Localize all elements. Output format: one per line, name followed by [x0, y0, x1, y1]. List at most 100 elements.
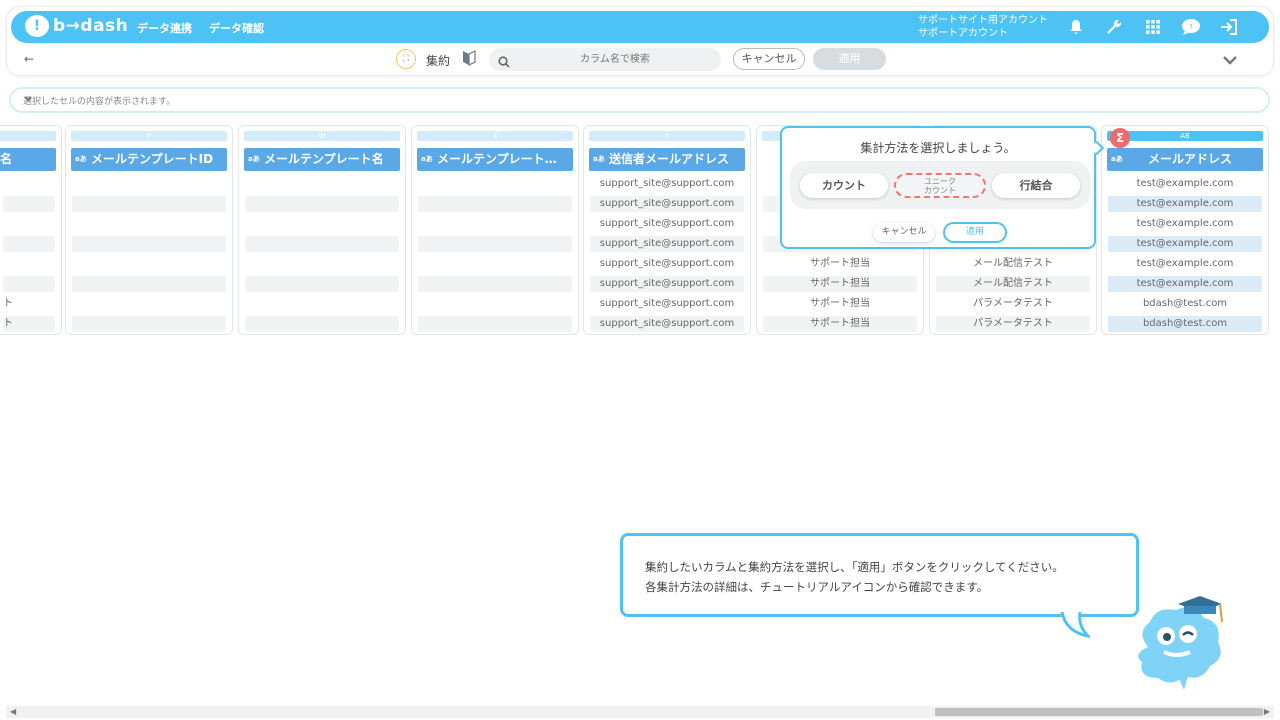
table-cell[interactable]: support_site@support.com [590, 256, 744, 272]
scroll-right-icon[interactable]: ▶ [1264, 707, 1270, 716]
cell-content-bar[interactable]: 選択したセルの内容が表示されます。 [9, 87, 1270, 113]
table-cell[interactable] [418, 216, 572, 232]
table-cell[interactable]: support_site@support.com [590, 216, 744, 232]
table-cell[interactable] [72, 176, 226, 192]
wrench-icon[interactable] [1104, 17, 1124, 37]
table-cell[interactable]: bdash@test.com [1108, 296, 1262, 312]
grid-column[interactable]: Waあ メールテンプレート名 [238, 125, 406, 335]
table-cell[interactable]: test@example.com [1108, 176, 1262, 192]
back-button[interactable]: ← [24, 52, 34, 66]
logo[interactable]: ! b→dash [25, 15, 128, 37]
table-cell[interactable] [245, 216, 399, 232]
cancel-button[interactable]: キャンセル [733, 48, 805, 70]
grid-column[interactable]: Vaあ メールテンプレートID [65, 125, 233, 335]
table-cell[interactable]: test@example.com [1108, 236, 1262, 252]
horizontal-scrollbar[interactable]: ◀ ▶ [6, 706, 1274, 718]
table-cell[interactable]: support_site@support.com [590, 236, 744, 252]
table-cell[interactable] [3, 236, 55, 252]
row-join-option[interactable]: 行結合 [992, 173, 1080, 198]
grid-column[interactable]: Xaあ メールテンプレート… [411, 125, 579, 335]
table-cell[interactable]: support_site@support.com [590, 176, 744, 192]
grid-column[interactable]: AB aあ メールアドレス test@example.com test@example.… [1101, 125, 1269, 335]
column-header-label: メールテンプレートID [91, 152, 214, 166]
table-cell[interactable] [3, 196, 55, 212]
table-cell[interactable] [72, 296, 226, 312]
table-cell[interactable] [72, 236, 226, 252]
column-header[interactable]: aあ メールアドレス [1107, 148, 1263, 171]
table-cell[interactable] [418, 276, 572, 292]
scroll-left-icon[interactable]: ◀ [10, 707, 16, 716]
table-cell[interactable] [245, 236, 399, 252]
mascot-character-icon[interactable] [1128, 592, 1228, 692]
table-cell[interactable] [418, 176, 572, 192]
account-info[interactable]: サポートサイト用アカウント サポートアカウント [918, 14, 1048, 40]
column-header[interactable]: aあ 送信者メールアドレス [589, 148, 745, 171]
table-cell[interactable]: サポート担当 [763, 316, 917, 332]
table-cell[interactable]: support_site@support.com [590, 296, 744, 312]
table-cell[interactable] [245, 296, 399, 312]
chat-help-icon[interactable]: ? [1181, 17, 1201, 37]
table-cell[interactable]: test@example.com [1108, 196, 1262, 212]
column-header[interactable]: aあ メールテンプレートID [71, 148, 227, 171]
table-cell[interactable]: support_site@support.com [590, 196, 744, 212]
apply-button[interactable]: 適用 [813, 48, 886, 70]
column-header[interactable]: aあ メールテンプレート… [417, 148, 573, 171]
table-cell[interactable] [72, 256, 226, 272]
sigma-icon[interactable]: Σ [1110, 128, 1130, 148]
nav-data-check[interactable]: データ確認 [209, 20, 264, 36]
table-cell[interactable] [418, 316, 572, 332]
count-option[interactable]: カウント [800, 173, 888, 198]
tutorial-guide-bubble: 集約したいカラムと集約方法を選択し、「適用」ボタンをクリックしてください。 各集… [620, 533, 1139, 617]
table-cell[interactable] [418, 296, 572, 312]
grid-column[interactable]: Yaあ 送信者メールアドレス support_site@support.com sup… [583, 125, 751, 335]
table-cell[interactable]: bdash@test.com [1108, 316, 1262, 332]
table-cell[interactable] [245, 176, 399, 192]
table-cell[interactable]: test@example.com [1108, 256, 1262, 272]
table-cell[interactable] [3, 276, 55, 292]
grid-column[interactable]: ツ名トト [0, 125, 62, 335]
table-cell[interactable] [3, 176, 55, 192]
table-cell[interactable] [418, 256, 572, 272]
unique-count-option[interactable]: ユニーク カウント [894, 173, 986, 198]
table-cell[interactable] [418, 236, 572, 252]
table-cell[interactable] [245, 196, 399, 212]
popup-apply-button[interactable]: 適用 [943, 222, 1007, 243]
column-header[interactable]: aあ メールテンプレート名 [244, 148, 400, 171]
table-cell[interactable]: support_site@support.com [590, 316, 744, 332]
table-cell[interactable]: support_site@support.com [590, 276, 744, 292]
scrollbar-thumb[interactable] [935, 708, 1263, 716]
grid-menu-icon[interactable] [1143, 17, 1163, 37]
chevron-down-icon[interactable] [1222, 50, 1238, 69]
table-cell[interactable]: サポート担当 [763, 276, 917, 292]
table-cell[interactable]: ト [3, 296, 55, 312]
table-cell[interactable]: サポート担当 [763, 296, 917, 312]
table-cell[interactable] [72, 216, 226, 232]
popup-cancel-button[interactable]: キャンセル [873, 223, 935, 242]
table-cell[interactable] [72, 196, 226, 212]
table-cell[interactable]: パラメータテスト [936, 316, 1090, 332]
table-cell[interactable]: メール配信テスト [936, 256, 1090, 272]
aggregate-icon[interactable]: ⛶ [396, 49, 416, 69]
logout-icon[interactable] [1219, 17, 1239, 37]
expand-chevron-icon[interactable] [23, 95, 1254, 106]
bell-icon[interactable] [1066, 17, 1086, 37]
table-cell[interactable]: メール配信テスト [936, 276, 1090, 292]
column-search-input[interactable] [517, 48, 713, 71]
table-cell[interactable] [245, 256, 399, 272]
table-cell[interactable]: パラメータテスト [936, 296, 1090, 312]
table-cell[interactable] [418, 196, 572, 212]
table-cell[interactable]: ト [3, 316, 55, 332]
table-cell[interactable]: test@example.com [1108, 276, 1262, 292]
column-header-label: メールテンプレート名 [264, 152, 384, 166]
table-cell[interactable] [3, 216, 55, 232]
table-cell[interactable]: test@example.com [1108, 216, 1262, 232]
table-cell[interactable] [3, 256, 55, 272]
column-header[interactable]: ツ名 [0, 148, 56, 171]
table-cell[interactable] [245, 316, 399, 332]
table-cell[interactable] [245, 276, 399, 292]
table-cell[interactable] [72, 316, 226, 332]
beginner-leaf-icon[interactable] [462, 50, 476, 70]
nav-data-integration[interactable]: データ連携 [137, 20, 192, 36]
table-cell[interactable]: サポート担当 [763, 256, 917, 272]
table-cell[interactable] [72, 276, 226, 292]
